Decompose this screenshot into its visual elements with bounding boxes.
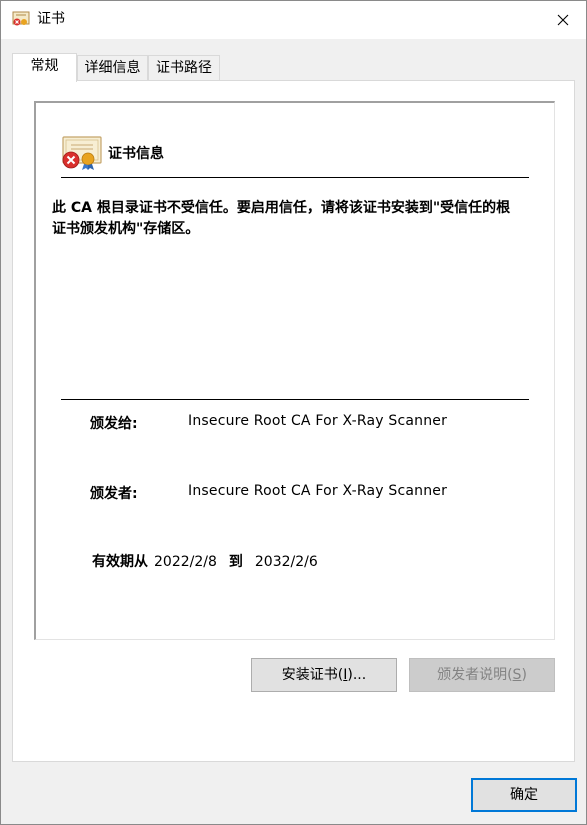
validity-period: 有效期从 2022/2/8 到 2032/2/6 xyxy=(92,551,318,571)
tab-general[interactable]: 常规 xyxy=(12,53,77,82)
valid-from-date: 2022/2/8 xyxy=(154,554,217,570)
issued-to-value: Insecure Root CA For X-Ray Scanner xyxy=(188,413,448,429)
divider xyxy=(61,399,529,400)
valid-to-label: 到 xyxy=(228,554,243,570)
tab-certification-path[interactable]: 证书路径 xyxy=(148,55,220,80)
issued-by-label: 颁发者: xyxy=(90,486,138,502)
window-title: 证书 xyxy=(37,11,65,27)
close-icon xyxy=(557,14,569,26)
certificate-dialog: 证书 常规 详细信息 证书路径 证书信息 此 CA 根目录证书不受信任。要启用信… xyxy=(0,0,587,825)
issuer-statement-button: 颁发者说明(S) xyxy=(409,658,555,692)
untrusted-certificate-icon xyxy=(62,136,102,170)
close-button[interactable] xyxy=(540,1,586,39)
valid-from-label: 有效期从 xyxy=(92,554,148,570)
trust-warning-text: 此 CA 根目录证书不受信任。要启用信任，请将该证书安装到"受信任的根证书颁发机… xyxy=(52,200,511,237)
title-bar[interactable]: 证书 xyxy=(1,1,586,39)
general-tab-panel: 证书信息 此 CA 根目录证书不受信任。要启用信任，请将该证书安装到"受信任的根… xyxy=(12,80,575,762)
divider xyxy=(61,177,529,178)
certificate-info-heading: 证书信息 xyxy=(108,146,164,162)
certificate-info-frame: 证书信息 此 CA 根目录证书不受信任。要启用信任，请将该证书安装到"受信任的根… xyxy=(34,101,555,640)
valid-to-date: 2032/2/6 xyxy=(254,554,318,570)
tab-details[interactable]: 详细信息 xyxy=(77,55,148,80)
ok-button[interactable]: 确定 xyxy=(471,778,577,812)
issued-by-value: Insecure Root CA For X-Ray Scanner xyxy=(188,483,448,499)
issued-to-label: 颁发给: xyxy=(90,416,138,432)
install-certificate-button[interactable]: 安装证书(I)... xyxy=(251,658,397,692)
certificate-icon xyxy=(12,11,30,26)
